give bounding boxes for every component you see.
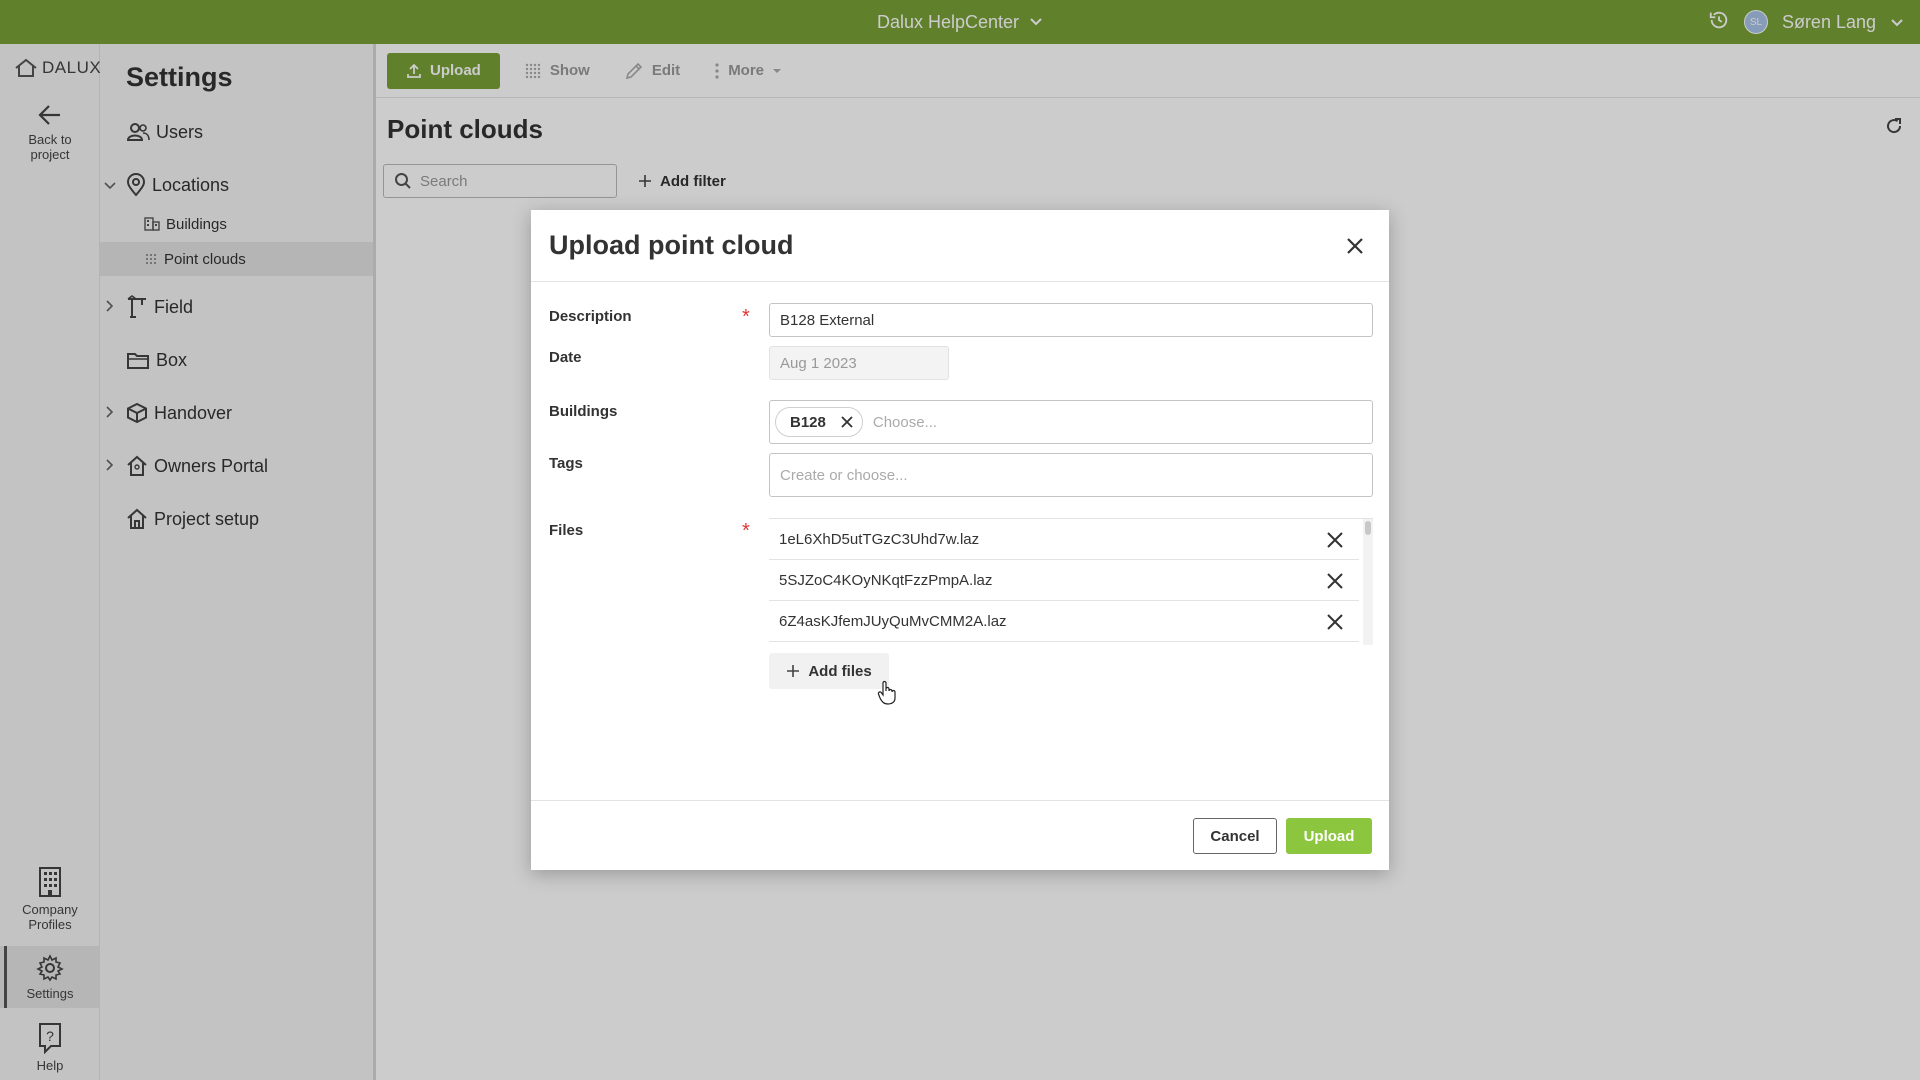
- building-chip: B128: [775, 407, 863, 437]
- date-label: Date: [549, 349, 582, 366]
- date-input[interactable]: Aug 1 2023: [769, 346, 949, 380]
- file-row: 5SJZoC4KOyNKqtFzzPmpA.laz: [769, 560, 1359, 601]
- dialog-title: Upload point cloud: [549, 230, 794, 260]
- description-input[interactable]: B128 External: [769, 303, 1373, 337]
- required-marker: *: [742, 520, 750, 542]
- file-name: 6Z4asKJfemJUyQuMvCMM2A.laz: [779, 612, 1007, 630]
- scrollbar-thumb[interactable]: [1365, 521, 1371, 535]
- tags-placeholder: Create or choose...: [780, 466, 908, 484]
- files-list: 1eL6XhD5utTGzC3Uhd7w.laz 5SJZoC4KOyNKqtF…: [769, 518, 1373, 645]
- file-row: 6Z4asKJfemJUyQuMvCMM2A.laz: [769, 601, 1359, 642]
- upload-point-cloud-dialog: Upload point cloud Description * B128 Ex…: [531, 210, 1389, 870]
- buildings-placeholder: Choose...: [872, 413, 938, 431]
- file-name: 1eL6XhD5utTGzC3Uhd7w.laz: [779, 530, 980, 548]
- file-name: 5SJZoC4KOyNKqtFzzPmpA.laz: [779, 571, 993, 589]
- cancel-button[interactable]: Cancel: [1193, 818, 1277, 854]
- files-label: Files: [549, 522, 584, 539]
- buildings-select[interactable]: B128 Choose...: [769, 400, 1373, 444]
- close-icon[interactable]: [1343, 234, 1367, 258]
- description-label: Description: [549, 308, 632, 325]
- add-files-button[interactable]: Add files: [769, 653, 889, 689]
- description-value: B128 External: [780, 311, 875, 329]
- file-row: 1eL6XhD5utTGzC3Uhd7w.laz: [769, 519, 1359, 560]
- files-scrollbar[interactable]: [1363, 519, 1373, 645]
- hand-cursor-icon: [877, 680, 896, 705]
- close-icon[interactable]: [1325, 612, 1345, 632]
- building-chip-label: B128: [790, 413, 826, 431]
- required-marker: *: [742, 306, 750, 328]
- add-files-label: Add files: [808, 662, 872, 680]
- plus-icon: [787, 665, 800, 677]
- close-icon[interactable]: [1325, 530, 1345, 550]
- dialog-header: Upload point cloud: [531, 210, 1389, 282]
- close-icon[interactable]: [1325, 571, 1345, 591]
- tags-label: Tags: [549, 455, 583, 472]
- upload-button[interactable]: Upload: [1286, 818, 1372, 854]
- date-value: Aug 1 2023: [780, 354, 857, 372]
- buildings-label: Buildings: [549, 403, 618, 420]
- close-icon[interactable]: [840, 415, 854, 429]
- dialog-footer: Cancel Upload: [531, 800, 1389, 870]
- tags-select[interactable]: Create or choose...: [769, 453, 1373, 497]
